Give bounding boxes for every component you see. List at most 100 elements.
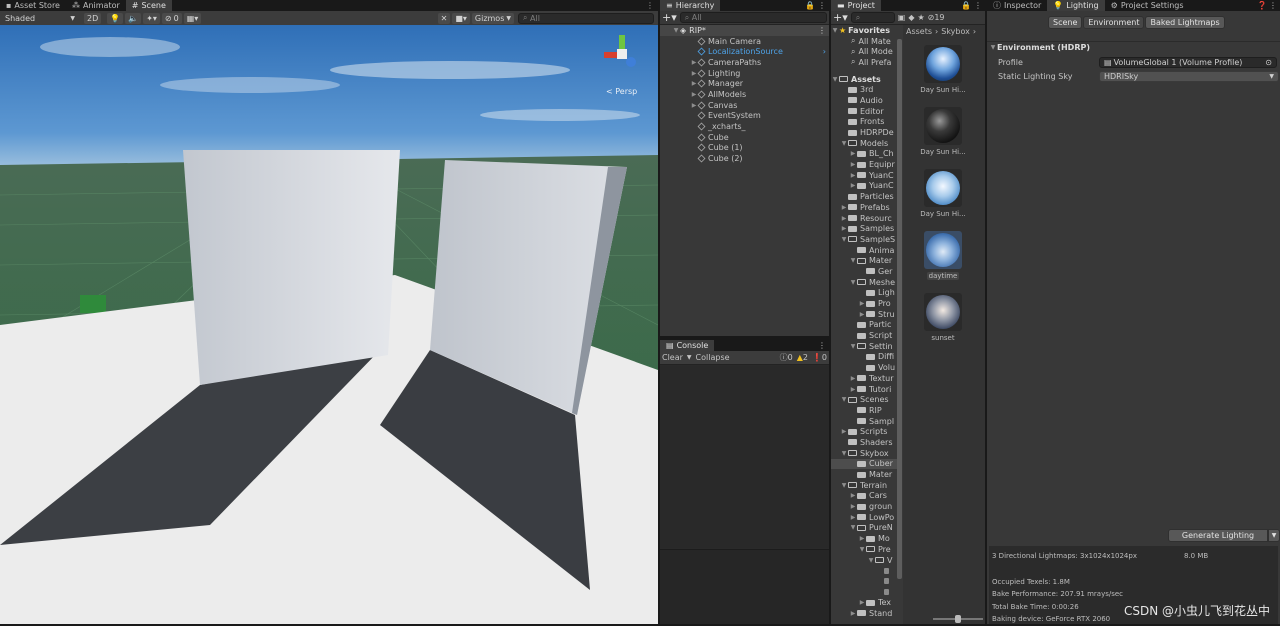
- folder-tree-item[interactable]: ▼Mater: [831, 255, 897, 266]
- console-detail-area[interactable]: [660, 549, 829, 624]
- scene-root-row[interactable]: ▼ ◈ RIP* ⋮: [660, 25, 829, 36]
- generate-options-dropdown[interactable]: ▼: [1268, 529, 1280, 542]
- asset-tile[interactable]: daytime: [903, 231, 983, 293]
- folder-tree-item[interactable]: ▶Cars: [831, 491, 897, 502]
- hierarchy-item[interactable]: Main Camera: [660, 36, 829, 47]
- favorites-header[interactable]: ▼ ★Favorites: [831, 25, 897, 36]
- expand-arrow-icon[interactable]: ▼: [840, 482, 848, 489]
- folder-tree-item[interactable]: [831, 587, 897, 598]
- folder-tree-item[interactable]: ▼Settin: [831, 341, 897, 352]
- subtab-environment[interactable]: Environment: [1083, 16, 1144, 29]
- hierarchy-item[interactable]: Cube: [660, 132, 829, 143]
- expand-arrow-icon[interactable]: ▶: [849, 492, 857, 499]
- folder-tree-item[interactable]: Script: [831, 330, 897, 341]
- folder-tree-item[interactable]: Fronts: [831, 117, 897, 128]
- folder-tree-item[interactable]: ▶Samples: [831, 223, 897, 234]
- expand-arrow-icon[interactable]: ▼: [849, 257, 857, 264]
- expand-arrow-icon[interactable]: ▶: [858, 535, 866, 542]
- generate-lighting-button[interactable]: Generate Lighting: [1168, 529, 1268, 542]
- expand-arrow-icon[interactable]: ▶: [840, 428, 848, 435]
- folder-tree-item[interactable]: ▶Resourc: [831, 213, 897, 224]
- folder-tree-item[interactable]: 3rd: [831, 84, 897, 95]
- hierarchy-search-input[interactable]: ⌕ All: [680, 12, 827, 23]
- folder-tree-item[interactable]: RIP: [831, 405, 897, 416]
- shading-mode-dropdown[interactable]: Shaded▼: [2, 13, 78, 24]
- add-icon[interactable]: +▾: [833, 11, 848, 24]
- folder-tree-item[interactable]: Ligh: [831, 288, 897, 299]
- gizmo-x-axis[interactable]: [604, 52, 618, 58]
- hierarchy-item[interactable]: ▶Canvas: [660, 100, 829, 111]
- tab-project[interactable]: ▬Project: [831, 0, 881, 11]
- folder-tree-item[interactable]: ▼SampleS: [831, 234, 897, 245]
- more-menu-icon[interactable]: ⋮: [818, 26, 829, 35]
- asset-tile[interactable]: sunset: [903, 293, 983, 355]
- clear-dropdown-icon[interactable]: ▼: [687, 354, 692, 361]
- lighting-toggle-icon[interactable]: 💡: [107, 13, 123, 24]
- more-menu-icon[interactable]: ⋮: [818, 341, 829, 350]
- more-menu-icon[interactable]: ⋮: [818, 1, 829, 10]
- lock-icon[interactable]: 🔒: [958, 1, 974, 10]
- grid-toggle-icon[interactable]: ▦▾: [184, 13, 202, 24]
- tab-scene[interactable]: #Scene: [126, 0, 172, 11]
- favorite-item[interactable]: ⌕All Prefa: [831, 57, 897, 68]
- collapse-button[interactable]: Collapse: [696, 353, 730, 362]
- expand-arrow-icon[interactable]: ▶: [849, 172, 857, 179]
- folder-tree-item[interactable]: Shaders: [831, 437, 897, 448]
- expand-arrow-icon[interactable]: ▶: [840, 225, 848, 232]
- folder-tree-item[interactable]: ▶Equipr: [831, 159, 897, 170]
- expand-arrow-icon[interactable]: ▶: [840, 215, 848, 222]
- expand-arrow-icon[interactable]: ▼: [840, 450, 848, 457]
- slider-thumb[interactable]: [955, 615, 961, 623]
- folder-tree-item[interactable]: ▶BL_Ch: [831, 149, 897, 160]
- folder-tree-item[interactable]: ▼V: [831, 555, 897, 566]
- folder-tree-item[interactable]: ▶Tex: [831, 597, 897, 608]
- favorite-star-icon[interactable]: ★: [917, 13, 924, 22]
- asset-tile[interactable]: Day Sun Hi...: [903, 45, 983, 107]
- expand-arrow-icon[interactable]: ▼: [831, 27, 839, 34]
- expand-arrow-icon[interactable]: ▶: [690, 80, 698, 87]
- folder-tree-item[interactable]: ▶Tutori: [831, 384, 897, 395]
- folder-tree-item[interactable]: Partic: [831, 320, 897, 331]
- expand-arrow-icon[interactable]: ▼: [840, 236, 848, 243]
- object-picker-icon[interactable]: ⊙: [1265, 58, 1272, 67]
- folder-tree-item[interactable]: ▼Scenes: [831, 394, 897, 405]
- expand-arrow-icon[interactable]: ▶: [849, 386, 857, 393]
- tools-icon[interactable]: ✕: [438, 13, 451, 24]
- lock-icon[interactable]: 🔒: [802, 1, 818, 10]
- folder-tree-item[interactable]: ▶Pro: [831, 298, 897, 309]
- help-icon[interactable]: ❓: [1255, 1, 1269, 10]
- gizmos-dropdown[interactable]: Gizmos▼: [472, 13, 514, 24]
- expand-arrow-icon[interactable]: ▼: [849, 524, 857, 531]
- assets-root[interactable]: ▼ Assets: [831, 74, 897, 85]
- folder-tree-item[interactable]: Audio: [831, 95, 897, 106]
- folder-tree-item[interactable]: Particles: [831, 191, 897, 202]
- expand-arrow-icon[interactable]: ▶: [858, 599, 866, 606]
- folder-tree-item[interactable]: Anima: [831, 245, 897, 256]
- expand-arrow-icon[interactable]: ▼: [831, 76, 839, 83]
- folder-tree-item[interactable]: ▶LowPo: [831, 512, 897, 523]
- thumbnail-size-slider[interactable]: [933, 618, 983, 620]
- section-header[interactable]: ▼Environment (HDRP): [987, 41, 1280, 53]
- folder-tree-item[interactable]: Sampl: [831, 416, 897, 427]
- folder-tree-item[interactable]: Mater: [831, 469, 897, 480]
- expand-arrow-icon[interactable]: ▶: [849, 150, 857, 157]
- hierarchy-item[interactable]: ▶AllModels: [660, 89, 829, 100]
- folder-tree-item[interactable]: ▼PureN: [831, 523, 897, 534]
- orientation-gizmo[interactable]: [600, 31, 644, 75]
- profile-field[interactable]: ▤VolumeGlobal 1 (Volume Profile)⊙: [1099, 57, 1277, 68]
- breadcrumb-skybox[interactable]: Skybox: [941, 27, 970, 36]
- scene-search-input[interactable]: ⌕ All: [518, 13, 654, 24]
- console-log-area[interactable]: [660, 366, 829, 548]
- tab-animator[interactable]: ⁂Animator: [66, 0, 126, 11]
- favorite-item[interactable]: ⌕All Mode: [831, 46, 897, 57]
- hierarchy-item[interactable]: ▶Lighting: [660, 68, 829, 79]
- folder-tree-item[interactable]: Editor: [831, 106, 897, 117]
- tab-project-settings[interactable]: ⚙Project Settings: [1105, 0, 1190, 11]
- expand-arrow-icon[interactable]: ▼: [672, 27, 680, 34]
- more-menu-icon[interactable]: ⋮: [974, 1, 985, 10]
- folder-tree-item[interactable]: ▼Pre: [831, 544, 897, 555]
- hidden-packages-toggle[interactable]: ⊘19: [928, 13, 945, 22]
- folder-tree-item[interactable]: ▶Stru: [831, 309, 897, 320]
- tab-console[interactable]: ▤Console: [660, 340, 714, 351]
- expand-arrow-icon[interactable]: ▶: [858, 300, 866, 307]
